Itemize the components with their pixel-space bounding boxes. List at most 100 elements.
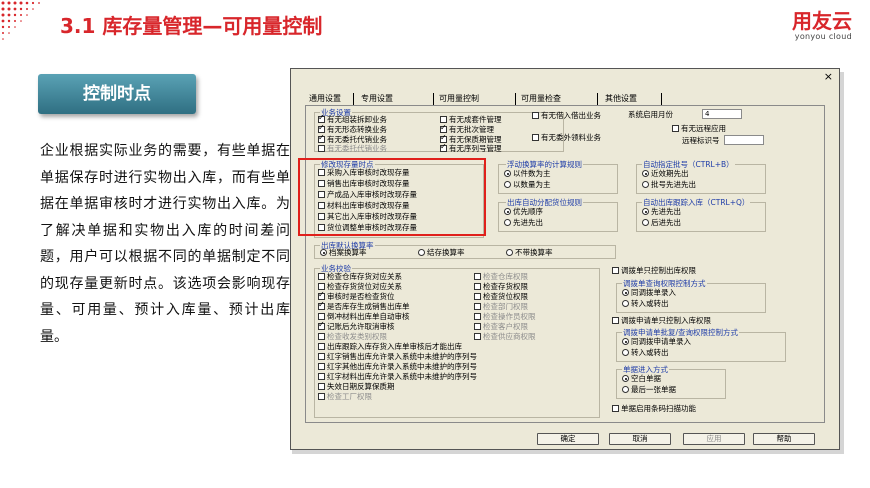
radio-batch-fifo[interactable]: 批号先进先出 [642, 180, 696, 190]
radio-blank-doc[interactable]: 空白单据 [622, 374, 661, 384]
check-category-perm[interactable]: 检查收发类别权限 [318, 332, 387, 342]
check-kit[interactable]: 有无成套件管理 [440, 115, 502, 125]
radio[interactable] [642, 219, 649, 226]
checkbox[interactable] [318, 320, 325, 330]
radio-file-rate[interactable]: 档案换算率 [320, 248, 367, 258]
radio-by-quantity[interactable]: 以数量为主 [504, 180, 551, 190]
ok-button[interactable]: 确定 [537, 433, 599, 445]
checkbox[interactable] [532, 134, 539, 141]
checkbox[interactable] [318, 145, 325, 152]
checkbox[interactable] [318, 353, 325, 360]
checkbox[interactable] [318, 290, 325, 300]
checkbox[interactable] [612, 267, 619, 274]
radio-trace-fifo[interactable]: 先进先出 [642, 207, 681, 217]
check-operator-perm[interactable]: 检查操作员权限 [474, 312, 536, 322]
checkbox[interactable] [318, 393, 325, 400]
radio[interactable] [504, 219, 511, 226]
close-icon[interactable]: × [824, 70, 833, 83]
start-month-input[interactable]: 4 [702, 109, 742, 119]
check-consignment-2[interactable]: 有无委托代销业务 [318, 144, 387, 154]
check-factory-perm[interactable]: 检查工厂权限 [318, 392, 372, 402]
checkbox[interactable] [318, 363, 325, 370]
tab-general[interactable]: 通用设置 [309, 93, 341, 104]
radio[interactable] [622, 338, 629, 345]
checkbox[interactable] [532, 112, 539, 119]
check-trace-audit[interactable]: 出库跟踪入库存货入库单审核后才能出库 [318, 342, 462, 352]
radio[interactable] [504, 170, 511, 177]
cancel-button[interactable]: 取消 [609, 433, 671, 445]
check-red-sales-serial[interactable]: 红字销售出库允许录入系统中未维护的序列号 [318, 352, 477, 362]
check-assembly[interactable]: 有无组装拆卸业务 [318, 113, 387, 125]
check-cancel-after-post[interactable]: 记账后允许取消审核 [318, 320, 395, 332]
check-gen-sales-out[interactable]: 是否库存生成销售出库单 [318, 300, 410, 312]
checkbox[interactable] [318, 313, 325, 320]
help-button[interactable]: 帮助 [753, 433, 815, 445]
radio[interactable] [642, 170, 649, 177]
radio[interactable] [622, 289, 629, 296]
check-outsourcing[interactable]: 有无委外领料业务 [532, 133, 604, 155]
tab-available-check[interactable]: 可用量检查 [521, 93, 561, 104]
checkbox[interactable] [318, 283, 325, 290]
radio[interactable] [418, 249, 425, 256]
checkbox[interactable] [612, 317, 619, 324]
checkbox[interactable] [474, 303, 481, 310]
checkbox[interactable] [440, 123, 447, 133]
radio[interactable] [622, 375, 629, 382]
remote-id-input[interactable] [724, 135, 764, 145]
radio[interactable] [622, 386, 629, 393]
checkbox[interactable] [612, 405, 619, 412]
radio[interactable] [320, 249, 327, 256]
radio-balance-rate[interactable]: 结存换算率 [418, 248, 465, 258]
checkbox[interactable] [318, 333, 325, 340]
check-item-perm[interactable]: 检查存货权限 [474, 282, 528, 292]
check-serial[interactable]: 有无序列号管理 [440, 142, 502, 154]
checkbox[interactable] [318, 373, 325, 380]
radio-req-inout[interactable]: 转入或转出 [622, 348, 669, 358]
radio[interactable] [504, 208, 511, 215]
check-batch[interactable]: 有无批次管理 [440, 123, 494, 135]
check-item-location[interactable]: 检查存货货位对应关系 [318, 282, 402, 292]
check-location-perm[interactable]: 检查货位权限 [474, 292, 528, 302]
check-dept-perm[interactable]: 检查部门权限 [474, 302, 528, 312]
radio-transfer-inout[interactable]: 转入或转出 [622, 299, 669, 309]
checkbox[interactable] [672, 125, 679, 132]
radio-by-pieces[interactable]: 以件数为主 [504, 169, 551, 179]
check-remote-app[interactable]: 有无远程应用 [672, 124, 726, 134]
check-transfer-req-in-only[interactable]: 调拨申请单只控制入库权限 [612, 316, 711, 326]
radio[interactable] [506, 249, 513, 256]
tab-special[interactable]: 专用设置 [361, 93, 393, 104]
check-customer-perm[interactable]: 检查客户权限 [474, 322, 528, 332]
radio-last-doc[interactable]: 最后一张单据 [622, 385, 676, 395]
checkbox[interactable] [474, 283, 481, 290]
radio-location-fifo[interactable]: 先进先出 [504, 218, 543, 228]
checkbox[interactable] [474, 333, 481, 340]
checkbox[interactable] [318, 123, 325, 133]
radio-priority[interactable]: 优先顺序 [504, 207, 543, 217]
radio[interactable] [642, 208, 649, 215]
check-transfer-out-only[interactable]: 调拨单只控制出库权限 [612, 266, 696, 276]
checkbox[interactable] [318, 273, 325, 280]
checkbox[interactable] [318, 113, 325, 123]
check-audit-location[interactable]: 审核时是否检查货位 [318, 290, 395, 302]
radio[interactable] [642, 181, 649, 188]
radio-no-rate[interactable]: 不带换算率 [506, 248, 553, 258]
check-warehouse-item[interactable]: 检查仓库存货对应关系 [318, 272, 402, 282]
checkbox[interactable] [318, 343, 325, 350]
check-red-other-serial[interactable]: 红字其他出库允许录入系统中未维护的序列号 [318, 362, 477, 372]
radio-near-expiry[interactable]: 近效期先出 [642, 169, 689, 179]
check-barcode-scan[interactable]: 单据启用条码扫描功能 [612, 404, 696, 414]
check-expiry-calc[interactable]: 失效日期反算保质期 [318, 382, 395, 392]
check-borrow[interactable]: 有无借入借出业务 [532, 111, 604, 133]
checkbox[interactable] [474, 313, 481, 320]
check-warehouse-perm[interactable]: 检查仓库权限 [474, 272, 528, 282]
checkbox[interactable] [318, 133, 325, 143]
checkbox[interactable] [474, 293, 481, 300]
checkbox[interactable] [474, 323, 481, 330]
check-backflush-audit[interactable]: 倒冲材料出库单自动审核 [318, 312, 410, 322]
radio[interactable] [622, 349, 629, 356]
checkbox[interactable] [440, 142, 447, 152]
checkbox[interactable] [474, 273, 481, 280]
tab-other[interactable]: 其他设置 [605, 93, 637, 104]
radio-same-as-transfer[interactable]: 同调拨单录入 [622, 288, 676, 298]
radio-trace-lifo[interactable]: 后进先出 [642, 218, 681, 228]
